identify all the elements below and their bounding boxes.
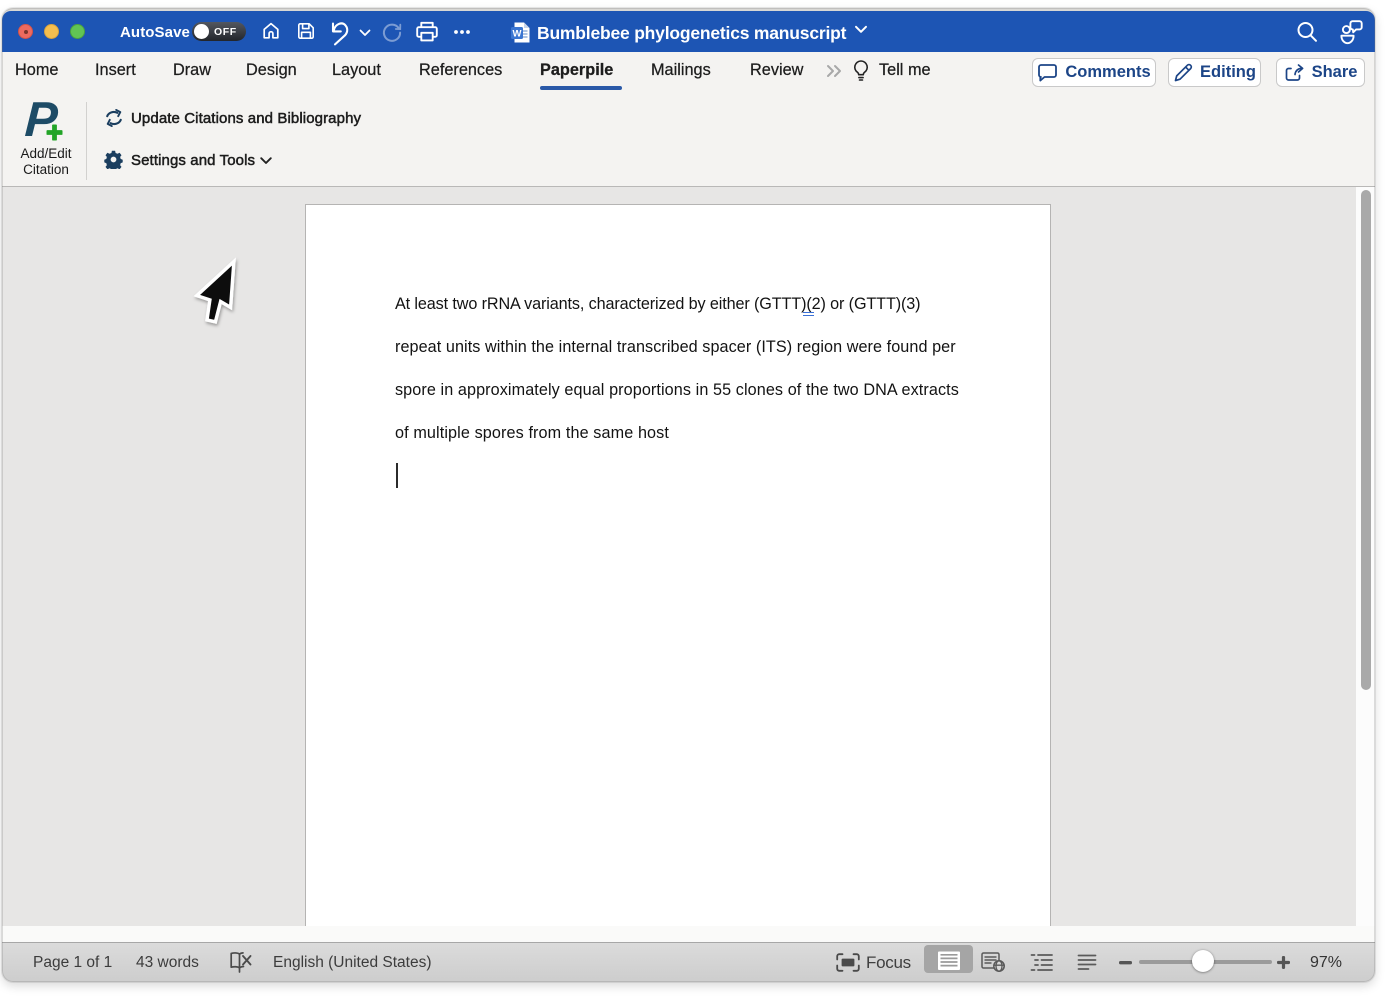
svg-text:W: W [513,28,522,39]
